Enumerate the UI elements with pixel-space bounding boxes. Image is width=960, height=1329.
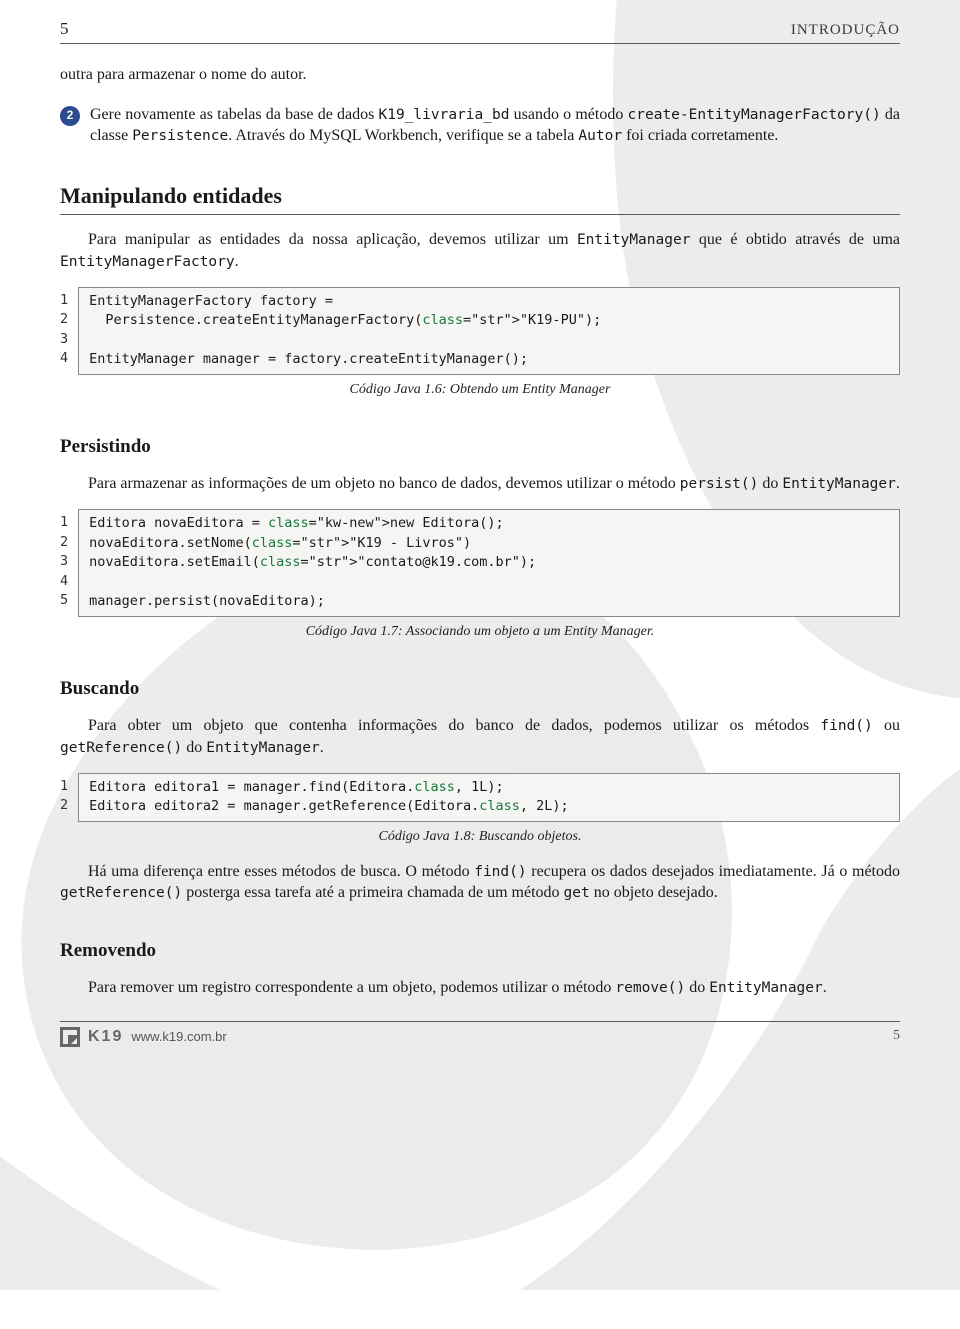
code-caption: Código Java 1.7: Associando um objeto a …: [60, 623, 900, 642]
subsection-heading: Persistindo: [60, 434, 900, 460]
inline-code: find(): [474, 864, 526, 880]
paragraph: Para remover um registro correspondente …: [60, 977, 900, 999]
k19-logo: K19 www.k19.com.br: [60, 1026, 227, 1048]
step-badge: 2: [60, 106, 80, 126]
inline-code: EntityManager: [206, 740, 320, 756]
code-body: EntityManagerFactory factory = Persisten…: [78, 287, 900, 375]
inline-code: Autor: [578, 128, 622, 144]
inline-code: get: [564, 885, 590, 901]
logo-mark-icon: [60, 1027, 80, 1047]
line-numbers: 1 2 3 4: [60, 287, 78, 375]
paragraph: Há uma diferença entre esses métodos de …: [60, 861, 900, 904]
code-listing: 1 2 3 4 EntityManagerFactory factory = P…: [60, 287, 900, 375]
footer-url: www.k19.com.br: [131, 1028, 226, 1046]
inline-code: persist(): [680, 476, 759, 492]
numbered-step: 2 Gere novamente as tabelas da base de d…: [60, 104, 900, 147]
inline-code: EntityManager: [709, 980, 823, 996]
code-listing: 1 2 Editora editora1 = manager.find(Edit…: [60, 773, 900, 822]
paragraph: Para armazenar as informações de um obje…: [60, 473, 900, 495]
inline-code: Persistence: [132, 128, 228, 144]
code-caption: Código Java 1.8: Buscando objetos.: [60, 828, 900, 847]
inline-code: EntityManager: [782, 476, 896, 492]
text-continuation: outra para armazenar o nome do autor.: [60, 64, 900, 86]
section-heading: Manipulando entidades: [60, 181, 900, 216]
subsection-heading: Removendo: [60, 938, 900, 964]
subsection-heading: Buscando: [60, 676, 900, 702]
inline-code: remove(): [615, 980, 685, 996]
paragraph: Para obter um objeto que contenha inform…: [60, 715, 900, 758]
chapter-title: INTRODUÇÃO: [791, 20, 900, 40]
inline-code: find(): [820, 718, 872, 734]
inline-code: create-EntityManagerFactory(): [628, 107, 881, 123]
paragraph: Para manipular as entidades da nossa apl…: [60, 229, 900, 272]
inline-code: K19_livraria_bd: [379, 107, 510, 123]
page-content: 5 INTRODUÇÃO outra para armazenar o nome…: [0, 0, 960, 1290]
inline-code: EntityManager: [577, 232, 691, 248]
code-body: Editora editora1 = manager.find(Editora.…: [78, 773, 900, 822]
code-listing: 1 2 3 4 5 Editora novaEditora = class="k…: [60, 509, 900, 617]
code-caption: Código Java 1.6: Obtendo um Entity Manag…: [60, 381, 900, 400]
step-text: Gere novamente as tabelas da base de dad…: [90, 104, 900, 147]
inline-code: EntityManagerFactory: [60, 254, 235, 270]
footer: K19 www.k19.com.br 5: [60, 1021, 900, 1048]
logo-text: K19: [88, 1026, 123, 1048]
line-numbers: 1 2 3 4 5: [60, 509, 78, 617]
page-number-top: 5: [60, 18, 69, 41]
code-body: Editora novaEditora = class="kw-new">new…: [78, 509, 900, 617]
running-header: 5 INTRODUÇÃO: [60, 18, 900, 44]
inline-code: getReference(): [60, 885, 182, 901]
line-numbers: 1 2: [60, 773, 78, 822]
page-number-bottom: 5: [893, 1027, 900, 1046]
inline-code: getReference(): [60, 740, 182, 756]
